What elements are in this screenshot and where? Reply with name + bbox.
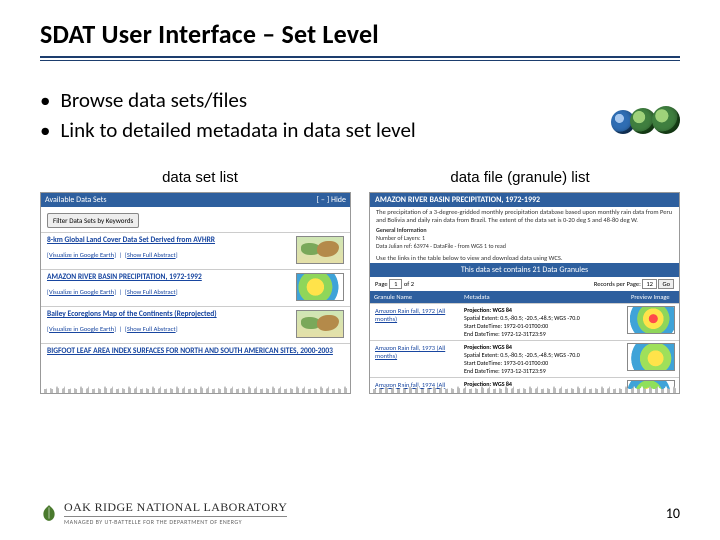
slide: SDAT User Interface – Set Level Browse d…: [0, 0, 720, 540]
hide-toggle[interactable]: [ – ] Hide: [317, 195, 346, 205]
torn-edge: [370, 385, 679, 393]
col-name: Granule Name: [370, 291, 460, 303]
dataset-item: 8-km Global Land Cover Data Set Derived …: [41, 232, 350, 269]
visualize-link[interactable]: Visualize in Google Earth: [49, 325, 114, 333]
bullet-item: Link to detailed metadata in data set le…: [40, 117, 680, 143]
dataset-item: BIGFOOT LEAF AREA INDEX SURFACES FOR NOR…: [41, 343, 350, 361]
dataset-item: AMAZON RIVER BASIN PRECIPITATION, 1972-1…: [41, 269, 350, 306]
granule-thumb: [627, 343, 675, 371]
pager-label: Page: [375, 280, 388, 288]
go-button[interactable]: Go: [658, 279, 674, 289]
ornl-logo-text: OAK RIDGE NATIONAL LABORATORY MANAGED BY…: [64, 500, 287, 526]
abstract-link[interactable]: Show Full Abstract: [127, 251, 176, 259]
granule-meta: General Information Number of Layers: 1 …: [370, 226, 679, 253]
dataset-item: Bailey Ecoregions Map of the Continents …: [41, 306, 350, 343]
granule-meta-cell: Projection: WGS 84 Spatial Extent: 0.5,-…: [460, 341, 623, 377]
granule-hint: Use the links in the table below to view…: [370, 253, 679, 264]
caption-right: data file (granule) list: [360, 169, 680, 186]
torn-edge: [41, 385, 350, 393]
dataset-list-header: Available Data Sets [ – ] Hide: [41, 193, 350, 207]
page-number: 10: [666, 505, 680, 522]
visualize-link[interactable]: Visualize in Google Earth: [49, 288, 114, 296]
perpage-label: Records per Page:: [594, 280, 641, 288]
abstract-link[interactable]: Show Full Abstract: [127, 325, 176, 333]
dataset-list-panel: Available Data Sets [ – ] Hide Filter Da…: [40, 192, 351, 394]
panels: Available Data Sets [ – ] Hide Filter Da…: [40, 192, 680, 394]
granule-link[interactable]: Amazon Rain fall, 1973 (All months): [370, 341, 460, 377]
perpage-input[interactable]: 12: [642, 279, 657, 289]
granule-row: Amazon Rain fall, 1972 (All months) Proj…: [370, 303, 679, 340]
granule-header: AMAZON RIVER BASIN PRECIPITATION, 1972-1…: [370, 193, 679, 207]
filter-button[interactable]: Filter Data Sets by Keywords: [47, 213, 139, 228]
globe-icon: [652, 106, 680, 134]
visualize-link[interactable]: Visualize in Google Earth: [49, 251, 114, 259]
oak-leaf-icon: [40, 504, 58, 522]
caption-left: data set list: [40, 169, 360, 186]
panel-captions: data set list data file (granule) list: [40, 169, 680, 186]
bullet-item: Browse data sets/files: [40, 87, 680, 113]
granule-row: Amazon Rain fall, 1973 (All months) Proj…: [370, 340, 679, 377]
granule-thumb: [627, 306, 675, 334]
granule-table-head: Granule Name Metadata Preview Image: [370, 291, 679, 303]
dataset-list-title: Available Data Sets: [45, 195, 106, 205]
dataset-link[interactable]: Bailey Ecoregions Map of the Continents …: [47, 310, 290, 319]
granule-meta-cell: Projection: WGS 84 Spatial Extent: 0.5,-…: [460, 304, 623, 340]
pager: Page 1 of 2 Records per Page: 12 Go: [370, 277, 679, 291]
granule-description: The precipitation of a 3-degree-gridded …: [370, 207, 679, 226]
dataset-thumb: [296, 236, 344, 264]
dataset-link[interactable]: BIGFOOT LEAF AREA INDEX SURFACES FOR NOR…: [47, 347, 338, 356]
globe-decoration: [619, 106, 680, 139]
title-rule: [40, 56, 680, 61]
granule-list-panel: AMAZON RIVER BASIN PRECIPITATION, 1972-1…: [369, 192, 680, 394]
abstract-link[interactable]: Show Full Abstract: [127, 288, 176, 296]
col-preview: Preview Image: [627, 291, 679, 303]
granule-count-banner: This data set contains 21 Data Granules: [370, 263, 679, 277]
footer: OAK RIDGE NATIONAL LABORATORY MANAGED BY…: [40, 500, 680, 526]
dataset-thumb: [296, 310, 344, 338]
dataset-thumb: [296, 273, 344, 301]
bullet-list: Browse data sets/files Link to detailed …: [40, 87, 680, 143]
page-title: SDAT User Interface – Set Level: [40, 18, 680, 50]
page-input[interactable]: 1: [389, 279, 402, 289]
dataset-link[interactable]: 8-km Global Land Cover Data Set Derived …: [47, 236, 290, 245]
dataset-link[interactable]: AMAZON RIVER BASIN PRECIPITATION, 1972-1…: [47, 273, 290, 282]
granule-link[interactable]: Amazon Rain fall, 1972 (All months): [370, 304, 460, 340]
col-meta: Metadata: [460, 291, 627, 303]
